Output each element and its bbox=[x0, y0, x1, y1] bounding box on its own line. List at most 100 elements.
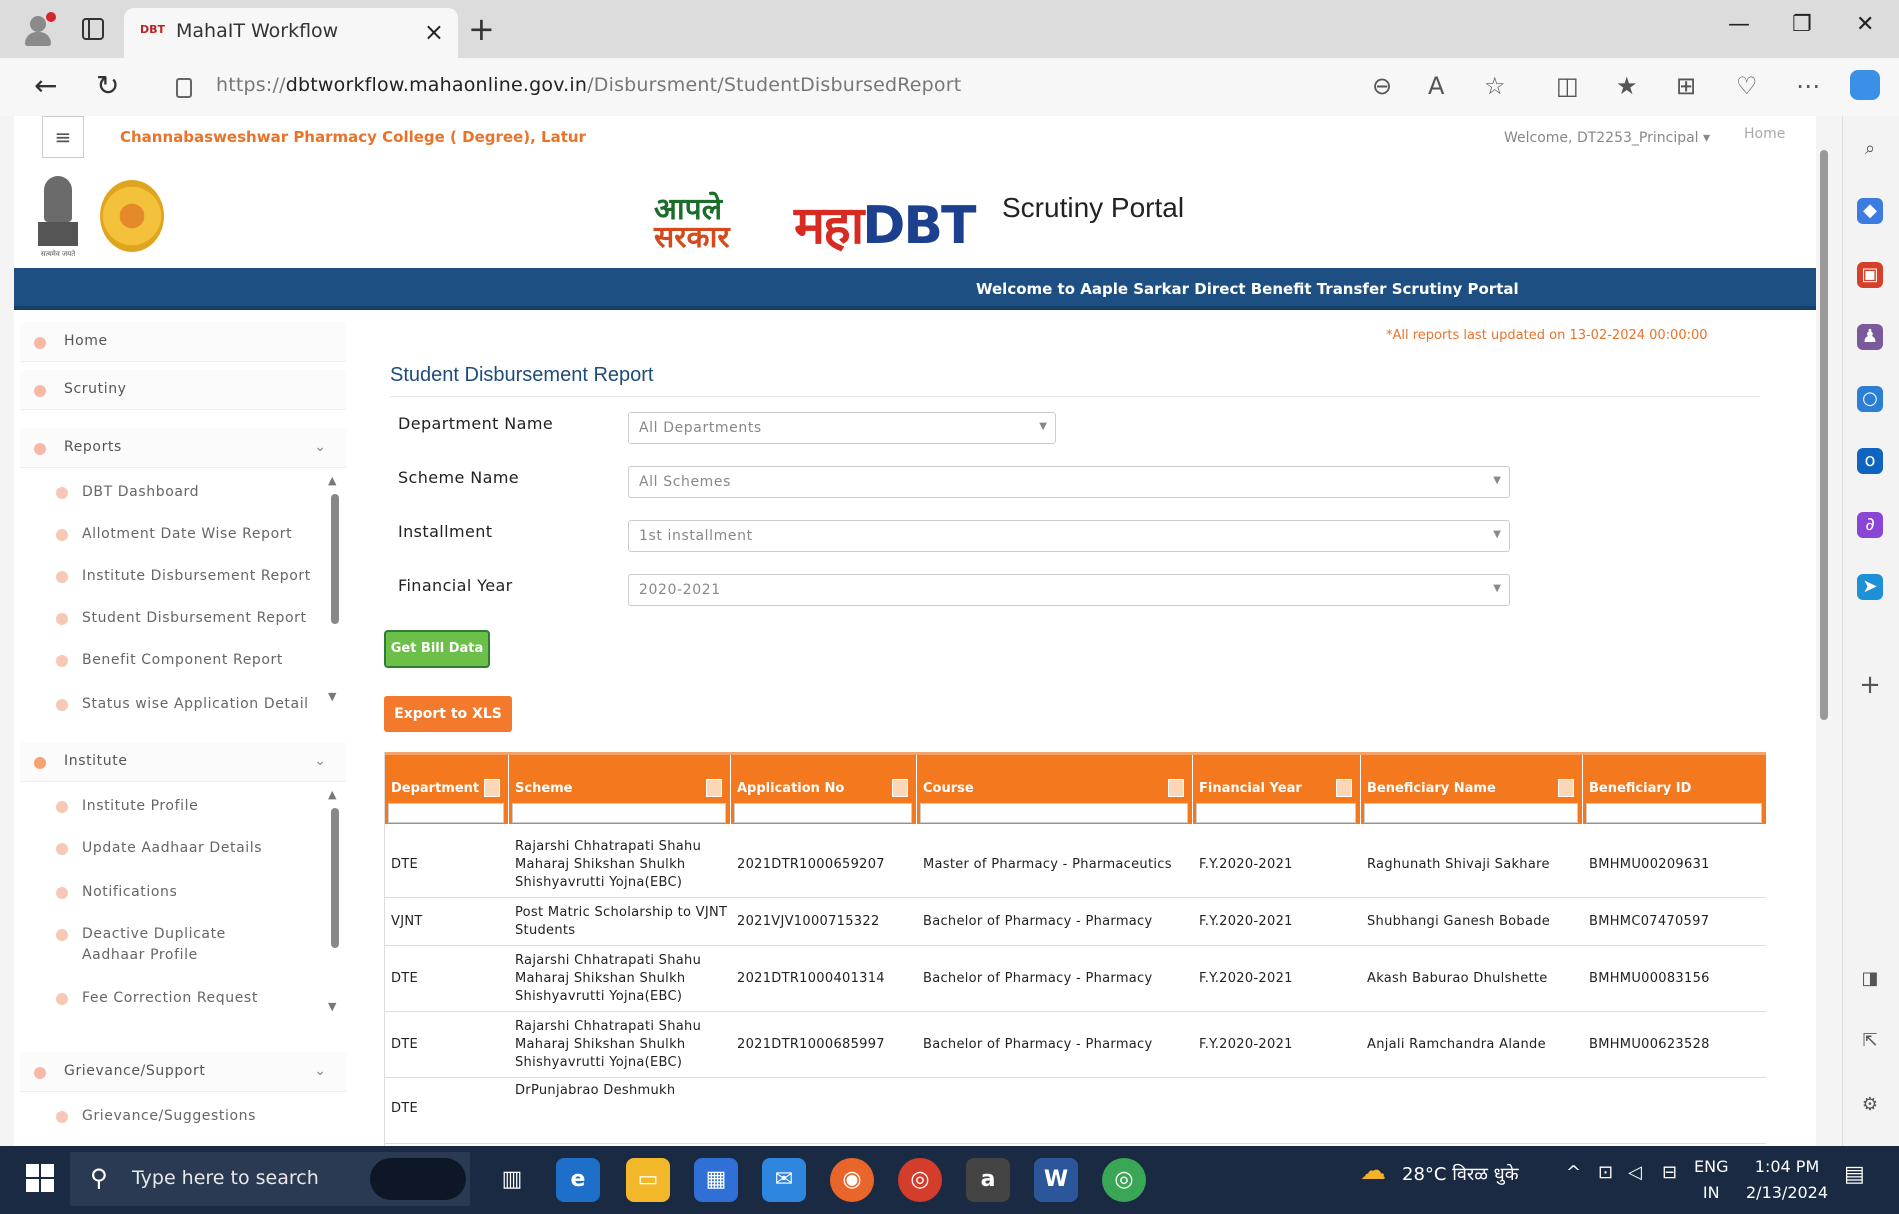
new-tab-icon[interactable]: + bbox=[468, 10, 495, 48]
taskbar-search[interactable]: ⚲ Type here to search bbox=[70, 1152, 470, 1206]
split-screen-icon[interactable]: ◫ bbox=[1556, 72, 1579, 100]
scheme-select[interactable]: All Schemes ▼ bbox=[628, 466, 1510, 498]
column-header-financial-year[interactable]: Financial Year bbox=[1193, 755, 1361, 827]
aaple-sarkar-logo: आपले सरकार bbox=[654, 192, 730, 255]
filter-icon[interactable] bbox=[484, 779, 500, 797]
sidebar-panel-icon[interactable]: ◨ bbox=[1857, 966, 1883, 992]
url-field[interactable]: https://dbtworkflow.mahaonline.gov.in/Di… bbox=[216, 74, 961, 96]
filter-icon[interactable] bbox=[706, 779, 722, 797]
display-icon[interactable]: ⊟ bbox=[1662, 1162, 1677, 1183]
sidebar-tools-icon[interactable]: ▣ bbox=[1857, 262, 1883, 288]
filter-input-beneficiary-id[interactable] bbox=[1586, 803, 1762, 823]
browser-tab[interactable]: DBT MahaIT Workflow × bbox=[124, 8, 458, 58]
table-row[interactable]: DTE Rajarshi Chhatrapati Shahu Maharaj S… bbox=[385, 832, 1766, 898]
volume-icon[interactable]: ◁ bbox=[1628, 1162, 1642, 1183]
column-header-beneficiary-id[interactable]: Beneficiary ID bbox=[1583, 755, 1766, 827]
table-row[interactable]: DTE DrPunjabrao Deshmukh bbox=[385, 1078, 1766, 1144]
national-emblem-icon: सत्यमेव जयते bbox=[34, 174, 82, 260]
filter-input-financial-year[interactable] bbox=[1196, 803, 1356, 823]
copilot-icon[interactable] bbox=[1850, 70, 1880, 100]
sidebar-external-icon[interactable]: ⇱ bbox=[1857, 1028, 1883, 1054]
weather-text[interactable]: 28°C विरळ धुके bbox=[1402, 1162, 1519, 1186]
get-bill-data-button[interactable]: Get Bill Data bbox=[384, 630, 490, 668]
zoom-icon[interactable]: ⊖ bbox=[1372, 72, 1392, 100]
back-icon[interactable]: ← bbox=[34, 69, 57, 102]
nav-grievance[interactable]: Grievance/Support ⌄ bbox=[20, 1052, 346, 1092]
department-select[interactable]: All Departments ▼ bbox=[628, 412, 1056, 444]
column-header-department[interactable]: Department bbox=[385, 755, 509, 827]
page-scrollbar[interactable] bbox=[1818, 130, 1830, 1130]
minimize-icon[interactable]: — bbox=[1728, 12, 1750, 37]
refresh-icon[interactable]: ↻ bbox=[96, 69, 119, 102]
financial-year-select[interactable]: 2020-2021 ▼ bbox=[628, 574, 1510, 606]
table-row[interactable]: VJNT Post Matric Scholarship to VJNT Stu… bbox=[385, 898, 1766, 946]
sidebar-add-icon[interactable]: + bbox=[1857, 672, 1883, 698]
sidebar-send-icon[interactable]: ➤ bbox=[1857, 574, 1883, 600]
column-header-beneficiary-name[interactable]: Beneficiary Name bbox=[1361, 755, 1583, 827]
export-xls-button[interactable]: Export to XLS bbox=[384, 696, 512, 732]
table-row[interactable]: DTE Rajarshi Chhatrapati Shahu Maharaj S… bbox=[385, 946, 1766, 1012]
filter-input-department[interactable] bbox=[388, 803, 504, 823]
tray-expand-icon[interactable]: ^ bbox=[1566, 1162, 1581, 1183]
collections-icon[interactable]: ⊞ bbox=[1676, 72, 1696, 100]
filter-icon[interactable] bbox=[1558, 779, 1574, 797]
network-icon[interactable]: ⊡ bbox=[1598, 1162, 1613, 1183]
sidebar-designer-icon[interactable]: ∂ bbox=[1857, 512, 1883, 538]
filter-input-beneficiary-name[interactable] bbox=[1364, 803, 1578, 823]
profile-icon[interactable] bbox=[22, 12, 62, 48]
column-header-scheme[interactable]: Scheme bbox=[509, 755, 731, 827]
word-icon[interactable]: W bbox=[1034, 1158, 1078, 1202]
more-icon[interactable]: ⋯ bbox=[1796, 72, 1820, 100]
filter-input-course[interactable] bbox=[920, 803, 1188, 823]
edge-browser-icon[interactable]: e bbox=[556, 1158, 600, 1202]
installment-select[interactable]: 1st installment ▼ bbox=[628, 520, 1510, 552]
sidebar-outlook-icon[interactable]: o bbox=[1857, 448, 1883, 474]
search-icon: ⚲ bbox=[90, 1164, 108, 1192]
filter-icon[interactable] bbox=[892, 779, 908, 797]
tab-close-icon[interactable]: × bbox=[424, 18, 444, 46]
clock[interactable]: 1:04 PM 2/13/2024 bbox=[1746, 1154, 1828, 1206]
reports-scrollbar[interactable]: ▲ ▼ bbox=[328, 474, 340, 704]
sidebar-search-icon[interactable]: ⌕ bbox=[1857, 136, 1883, 162]
copilot-badge-icon[interactable] bbox=[370, 1158, 466, 1200]
firefox-icon[interactable]: ◉ bbox=[830, 1158, 874, 1202]
chrome-icon[interactable]: ◎ bbox=[898, 1158, 942, 1202]
user-menu[interactable]: Welcome, DT2253_Principal ▾ bbox=[1504, 130, 1710, 146]
read-aloud-icon[interactable]: A bbox=[1428, 72, 1444, 100]
institute-scrollbar[interactable]: ▲ ▼ bbox=[328, 788, 340, 1018]
nav-scrutiny[interactable]: Scrutiny bbox=[20, 370, 346, 410]
nav-institute[interactable]: Institute ⌄ bbox=[20, 742, 346, 782]
nav-home[interactable]: Home bbox=[20, 322, 346, 362]
sidebar-settings-icon[interactable]: ⚙ bbox=[1857, 1092, 1883, 1118]
window-close-icon[interactable]: ✕ bbox=[1856, 12, 1874, 37]
chrome-profile-icon[interactable]: ◎ bbox=[1102, 1158, 1146, 1202]
home-link[interactable]: Home bbox=[1744, 126, 1785, 142]
filter-input-scheme[interactable] bbox=[512, 803, 726, 823]
sidebar-shopping-icon[interactable]: ◆ bbox=[1857, 198, 1883, 224]
task-view-icon[interactable]: ▥ bbox=[490, 1158, 534, 1202]
filter-icon[interactable] bbox=[1336, 779, 1352, 797]
mail-icon[interactable]: ✉ bbox=[762, 1158, 806, 1202]
file-explorer-icon[interactable]: ▭ bbox=[626, 1158, 670, 1202]
table-row[interactable]: DTE Rajarshi Chhatrapati Shahu Maharaj S… bbox=[385, 1012, 1766, 1078]
tab-actions-icon[interactable] bbox=[82, 18, 104, 40]
sidebar-office-icon[interactable]: ○ bbox=[1857, 386, 1883, 412]
column-header-course[interactable]: Course bbox=[917, 755, 1193, 827]
lock-icon[interactable] bbox=[176, 78, 192, 98]
menu-toggle-icon[interactable]: ≡ bbox=[42, 116, 84, 158]
windows-start-icon[interactable] bbox=[26, 1164, 54, 1192]
restore-icon[interactable]: ❐ bbox=[1792, 12, 1812, 37]
amazon-icon[interactable]: a bbox=[966, 1158, 1010, 1202]
weather-icon[interactable]: ☁ bbox=[1360, 1156, 1386, 1186]
favorites-icon[interactable]: ★ bbox=[1616, 72, 1638, 100]
filter-input-application-no[interactable] bbox=[734, 803, 912, 823]
filter-icon[interactable] bbox=[1168, 779, 1184, 797]
favorite-star-icon[interactable]: ☆ bbox=[1484, 72, 1506, 100]
notifications-icon[interactable]: ▤ bbox=[1844, 1162, 1865, 1187]
column-header-application-no[interactable]: Application No bbox=[731, 755, 917, 827]
language-indicator[interactable]: ENG IN bbox=[1694, 1154, 1728, 1206]
health-icon[interactable]: ♡ bbox=[1736, 72, 1758, 100]
nav-reports[interactable]: Reports ⌄ bbox=[20, 428, 346, 468]
sidebar-games-icon[interactable]: ♟ bbox=[1857, 324, 1883, 350]
store-icon[interactable]: ▦ bbox=[694, 1158, 738, 1202]
